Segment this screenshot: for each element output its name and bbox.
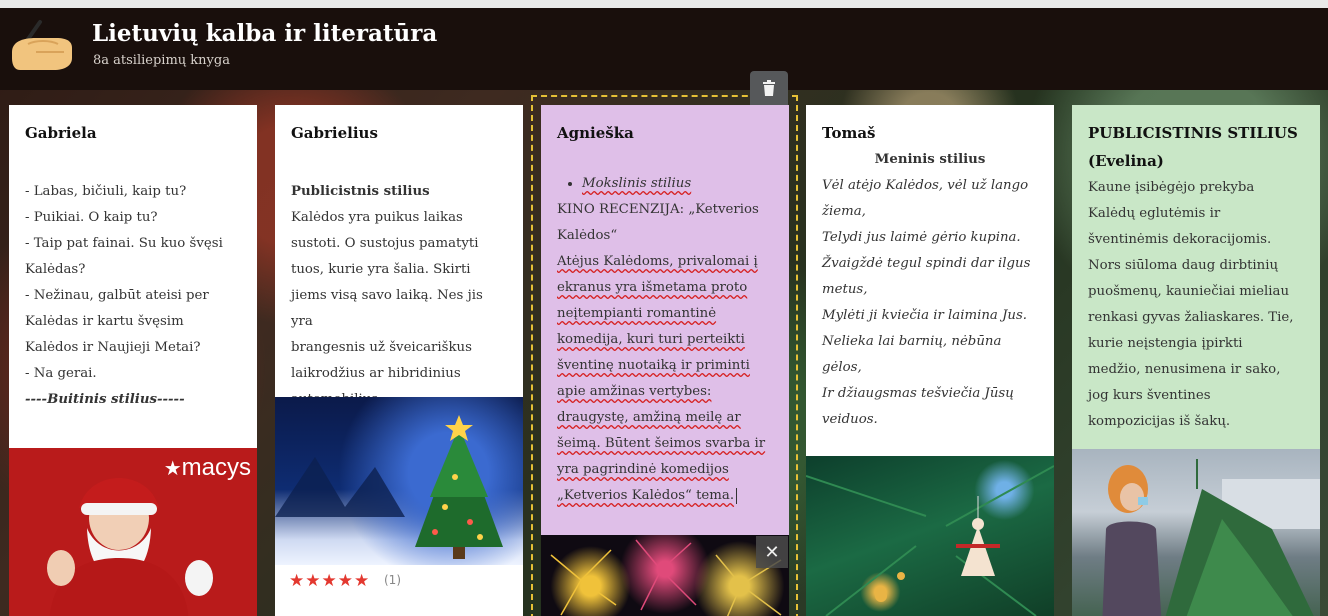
post-line: Kalėdos ir Naujieji Metai? (25, 340, 201, 355)
post-line: - Nežinau, galbūt ateisi per (25, 288, 209, 303)
post-line: Nelieka lai barnių, nėbūna (822, 334, 1002, 349)
post-card-gabrielius[interactable]: Gabrielius Publicistnis stilius Kalėdos … (275, 105, 523, 616)
santa-illustration (47, 478, 213, 616)
post-line: veiduos. (822, 412, 878, 427)
post-line: Ir džiaugsmas tešviečia Jūsų (822, 386, 1014, 401)
bullet-list: Mokslinis stilius (557, 171, 773, 197)
post-card-gabriela[interactable]: Gabriela - Labas, bičiuli, kaip tu? - Pu… (9, 105, 257, 616)
post-line: šventinę nuotaiką ir priminti (557, 358, 750, 373)
post-line: brangesnis už šveicariškus (291, 340, 472, 355)
post-card-tomas[interactable]: Tomaš Meninis stilius Vėl atėjo Kalėdos,… (806, 105, 1054, 616)
page-subtitle: 8a atsiliepimų knyga (93, 53, 230, 68)
post-line: Kalėdas ir kartu švęsim (25, 314, 184, 329)
post-line: KINO RECENZIJA: „Ketverios (557, 202, 759, 217)
post-line-last[interactable]: „Ketverios Kalėdos“ tema. (557, 483, 773, 509)
post-line: Kalėdos yra puikus laikas (291, 210, 463, 225)
tree-seller-image[interactable] (1072, 449, 1320, 616)
hand-writing-icon (12, 20, 72, 70)
post-line: - Taip pat fainai. Su kuo švęsi (25, 236, 223, 251)
post-card-agnieska[interactable]: Agnieška Mokslinis stilius KINO RECENZIJ… (541, 105, 789, 535)
post-line: kurie neįstengia įpirkti (1088, 336, 1243, 351)
post-line: Žvaigždė tegul spindi dar ilgus (822, 256, 1031, 271)
post-line: neįtempianti romantinė (557, 306, 717, 321)
delete-post-button[interactable] (750, 71, 788, 105)
close-icon[interactable]: ✕ (756, 536, 788, 568)
post-line: laikrodžius ar hibridinius (291, 366, 461, 381)
santa-image[interactable]: ★macys (9, 448, 257, 616)
post-author: Gabriela (25, 124, 97, 142)
post-author: Agnieška (557, 124, 634, 142)
post-line: yra pagrindinė komedijos (557, 462, 729, 477)
post-line: kompozicijas iš šakų. (1088, 414, 1231, 429)
app-header: Lietuvių kalba ir literatūra 8a atsiliep… (0, 8, 1328, 90)
post-author-line: (Evelina) (1088, 152, 1164, 170)
trash-icon (763, 80, 775, 96)
post-line: komedija, kuri turi perteikti (557, 332, 745, 347)
post-line: apie amžinas vertybes: (557, 384, 712, 399)
post-line: Telydi jus laimė gėrio kupina. (822, 230, 1021, 245)
post-line: Kalėdos“ (557, 228, 618, 243)
post-line: Vėl atėjo Kalėdos, vėl už lango (822, 178, 1029, 193)
ornament-image[interactable] (806, 456, 1054, 616)
post-heading: Meninis stilius (874, 152, 986, 167)
fireworks-illustration (550, 539, 782, 616)
post-line: - Labas, bičiuli, kaip tu? (25, 184, 187, 199)
post-card-evelina[interactable]: PUBLICISTINIS STILIUS (Evelina) Kaune įs… (1072, 105, 1320, 616)
rating-bar[interactable]: ★★★★★ (1) (275, 565, 523, 616)
post-line: šventinėmis dekoracijomis. (1088, 232, 1272, 247)
post-line: - Puikiai. O kaip tu? (25, 210, 158, 225)
post-style-label: ----Buitinis stilius----- (25, 392, 185, 407)
post-line: šeimą. Būtent šeimos svarba ir (557, 436, 766, 451)
post-line: Kalėdų eglutėmis ir (1088, 206, 1221, 221)
star-rating[interactable]: ★★★★★ (289, 571, 370, 591)
post-line: tuos, kurie yra šalia. Skirti (291, 262, 471, 277)
post-line: sustoti. O sustojus pamatyti (291, 236, 479, 251)
post-line: gėlos, (822, 360, 862, 375)
post-line: medžio, nenusimena ir sako, (1088, 362, 1281, 377)
tree-illustration (275, 415, 503, 559)
post-line: ekranus yra išmetama proto (557, 280, 748, 295)
post-line: puošmenų, kauniečiai mieliau (1088, 284, 1290, 299)
post-heading: Publicistnis stilius (291, 184, 430, 199)
rating-count: (1) (384, 573, 401, 587)
post-line: Atėjus Kalėdoms, privalomai į (557, 254, 758, 269)
text-cursor (736, 487, 738, 504)
post-bullet: Mokslinis stilius (582, 176, 692, 191)
post-author: Gabrielius (291, 124, 378, 142)
post-author-line: PUBLICISTINIS STILIUS (1088, 124, 1298, 142)
post-line: Mylėti ji kviečia ir laimina Jus. (822, 308, 1028, 323)
tree-seller-illustration (1102, 459, 1320, 616)
post-line: metus, (822, 282, 868, 297)
post-line: Kaune įsibėgėjo prekyba (1088, 180, 1255, 195)
post-line: draugystę, amžiną meilę ar (557, 410, 741, 425)
page-title: Lietuvių kalba ir literatūra (92, 20, 438, 47)
ornament-illustration (806, 465, 1054, 616)
christmas-tree-image[interactable] (275, 397, 523, 565)
post-line: jiems visą savo laiką. Nes jis yra (291, 288, 483, 329)
post-line: renkasi gyvas žaliaskares. Tie, (1088, 310, 1294, 325)
post-line: Nors siūloma daug dirbtinių (1088, 258, 1279, 273)
top-strip (0, 0, 1328, 8)
post-line: jog kurs šventines (1088, 388, 1211, 403)
post-author: Tomaš (822, 124, 876, 142)
post-line: - Na gerai. (25, 366, 97, 381)
post-line: Kalėdas? (25, 262, 86, 277)
fireworks-image[interactable] (541, 535, 789, 616)
post-line: žiema, (822, 204, 866, 219)
